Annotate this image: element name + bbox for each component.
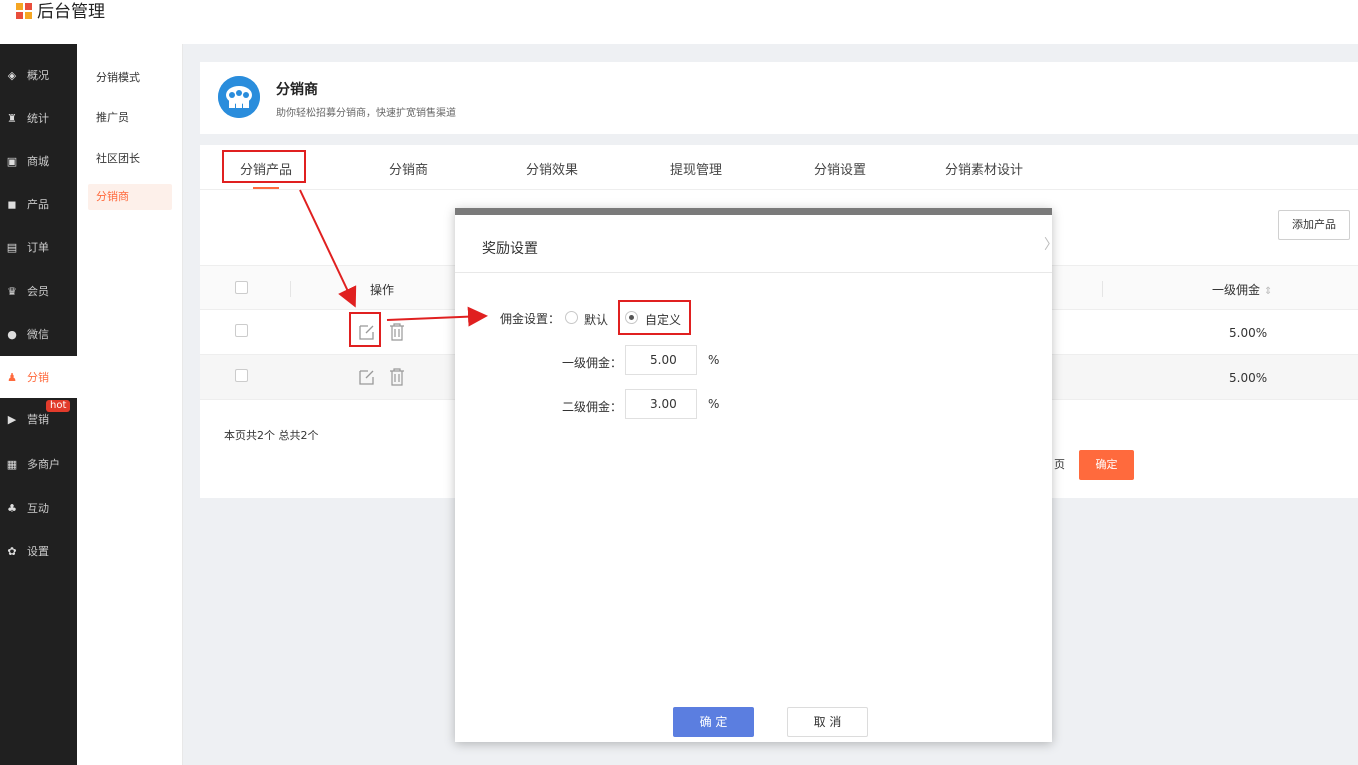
annotation-box-tab xyxy=(222,150,306,183)
close-icon[interactable]: 〉 xyxy=(1044,234,1058,254)
row-checkbox[interactable] xyxy=(235,369,248,382)
add-product-button[interactable]: 添加产品 xyxy=(1278,210,1350,240)
sidebar-item-label: 多商户 xyxy=(27,458,60,471)
sort-icon[interactable]: ⇕ xyxy=(1264,286,1272,297)
sidebar-item-label: 订单 xyxy=(27,241,49,254)
column-header-level1-label: 一级佣金 xyxy=(1212,283,1261,297)
dialog-divider xyxy=(455,272,1052,273)
sidebar-item-label: 营销 xyxy=(27,413,49,426)
tab-withdrawal[interactable]: 提现管理 xyxy=(670,159,722,178)
sidebar-item-7[interactable]: ♟ 分销 xyxy=(0,356,77,398)
row-checkbox[interactable] xyxy=(235,324,248,337)
sidebar-item-label: 商城 xyxy=(27,155,49,168)
layers-icon: ◈ xyxy=(7,68,17,82)
subnav-item-community-leader[interactable]: 社区团长 xyxy=(96,150,140,166)
app-title: 后台管理 xyxy=(37,2,105,22)
sidebar-item-label: 微信 xyxy=(27,328,49,341)
sidebar-item-label: 概况 xyxy=(27,69,49,82)
subnav-item-mode[interactable]: 分销模式 xyxy=(96,69,140,85)
interact-icon: ♣ xyxy=(7,501,17,515)
select-all-checkbox[interactable] xyxy=(235,281,248,294)
column-divider xyxy=(1102,281,1103,297)
tab-distribution-effect[interactable]: 分销效果 xyxy=(526,159,578,178)
pagination-confirm-button[interactable]: 确定 xyxy=(1079,450,1134,480)
sidebar-item-5[interactable]: ♛ 会员 xyxy=(0,270,77,312)
sidebar-item-1[interactable]: ♜ 统计 xyxy=(0,97,77,139)
radio-default[interactable] xyxy=(565,311,578,324)
sidebar-item-4[interactable]: ▤ 订单 xyxy=(0,226,77,268)
page-subtitle: 助你轻松招募分销商，快速扩宽销售渠道 xyxy=(276,108,456,119)
dialog-confirm-button[interactable]: 确 定 xyxy=(673,707,754,737)
users-icon: ♟ xyxy=(7,370,17,384)
distributor-icon xyxy=(218,76,260,118)
tab-material-design[interactable]: 分销素材设计 xyxy=(945,159,1023,178)
dialog-cancel-button[interactable]: 取 消 xyxy=(787,707,868,737)
level2-commission-input[interactable]: 3.00 xyxy=(625,389,697,419)
sidebar-item-0[interactable]: ◈ 概况 xyxy=(0,54,77,96)
level1-percent-unit: % xyxy=(708,353,720,367)
sidebar-item-label: 分销 xyxy=(27,371,49,384)
column-header-operation: 操作 xyxy=(370,283,395,297)
hot-badge: hot xyxy=(46,400,71,412)
pagination-page-label: 页 xyxy=(1054,458,1065,471)
level1-commission-input[interactable]: 5.00 xyxy=(625,345,697,375)
gear-icon: ✿ xyxy=(7,544,17,558)
page-title: 分销商 xyxy=(276,82,318,98)
sidebar-item-6[interactable]: ● 微信 xyxy=(0,313,77,355)
flag-icon: ▶ xyxy=(7,412,17,426)
annotation-box-custom xyxy=(618,300,691,335)
subnav-item-promoter[interactable]: 推广员 xyxy=(96,109,129,125)
sidebar-item-label: 会员 xyxy=(27,285,49,298)
chart-icon: ♜ xyxy=(7,111,17,125)
level1-commission-label: 一级佣金： xyxy=(562,356,623,370)
wechat-icon: ● xyxy=(7,327,17,341)
tab-active-indicator xyxy=(253,187,279,189)
level2-commission-label: 二级佣金： xyxy=(562,400,623,414)
tab-bar: 分销产品 分销商 分销效果 提现管理 分销设置 分销素材设计 xyxy=(200,145,1358,190)
dialog-title: 奖励设置 xyxy=(482,241,538,257)
sidebar-item-label: 产品 xyxy=(27,198,49,211)
edit-icon[interactable] xyxy=(358,368,376,386)
store-icon: ▦ xyxy=(6,457,18,471)
order-icon: ▤ xyxy=(6,240,18,254)
logo-icon xyxy=(16,3,32,19)
column-divider xyxy=(290,281,291,297)
level1-commission-cell: 5.00% xyxy=(1229,371,1268,385)
sidebar-item-label: 统计 xyxy=(27,112,49,125)
radio-default-label[interactable]: 默认 xyxy=(584,311,608,328)
level1-commission-cell: 5.00% xyxy=(1229,326,1268,340)
delete-icon[interactable] xyxy=(389,368,405,386)
sub-sidebar: 分销模式 推广员 社区团长 分销商 xyxy=(77,44,183,765)
tab-distributors[interactable]: 分销商 xyxy=(389,159,428,178)
reward-settings-dialog: 奖励设置 〉 佣金设置： 默认 自定义 一级佣金： 5.00 % 二级佣金： 3… xyxy=(455,208,1058,742)
annotation-box-edit xyxy=(349,312,381,347)
delete-icon[interactable] xyxy=(389,323,405,341)
sidebar-item-label: 互动 xyxy=(27,502,49,515)
dialog-top-bar xyxy=(455,208,1052,215)
sidebar-item-10[interactable]: ♣ 互动 xyxy=(0,487,77,529)
top-bar: 后台管理 xyxy=(0,0,1358,44)
shop-icon: ▣ xyxy=(6,154,18,168)
level2-percent-unit: % xyxy=(708,397,720,411)
commission-setting-label: 佣金设置： xyxy=(500,312,561,326)
sidebar-item-label: 设置 xyxy=(27,545,49,558)
sidebar-item-9[interactable]: ▦ 多商户 xyxy=(0,443,77,485)
subnav-item-distributor[interactable]: 分销商 xyxy=(88,184,172,210)
page-header: 分销商 助你轻松招募分销商，快速扩宽销售渠道 xyxy=(200,62,1358,134)
grid-icon: ◼ xyxy=(7,197,17,211)
page-summary: 本页共2个 总共2个 xyxy=(224,429,319,442)
sidebar-item-2[interactable]: ▣ 商城 xyxy=(0,140,77,182)
column-header-level1-commission[interactable]: 一级佣金 ⇕ xyxy=(1212,281,1272,298)
sidebar-item-3[interactable]: ◼ 产品 xyxy=(0,183,77,225)
sidebar-item-11[interactable]: ✿ 设置 xyxy=(0,530,77,572)
crown-icon: ♛ xyxy=(7,284,17,298)
tab-distribution-settings[interactable]: 分销设置 xyxy=(814,159,866,178)
